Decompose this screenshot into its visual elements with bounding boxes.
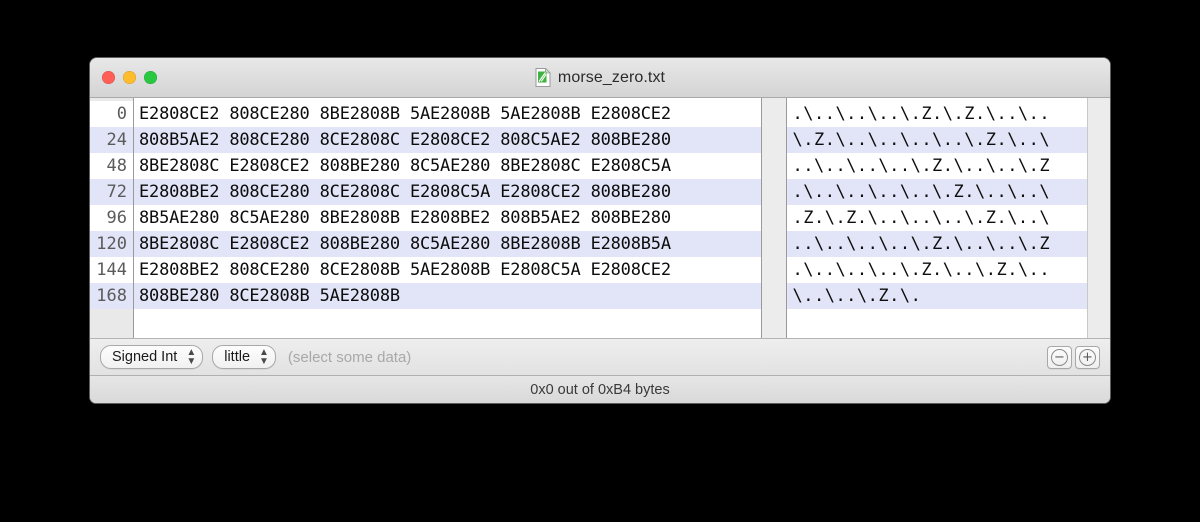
- inspector-toolbar: Signed Int ▲ ▼ little ▲ ▼ (select some dat…: [90, 339, 1110, 376]
- endianness-popup[interactable]: little ▲ ▼: [212, 345, 276, 369]
- offset-label: 144: [90, 257, 133, 283]
- hex-row-pad: [738, 205, 761, 231]
- add-inspector-button[interactable]: +: [1075, 345, 1100, 369]
- minus-icon: −: [1051, 348, 1068, 366]
- offset-label: 168: [90, 283, 133, 309]
- hex-row[interactable]: E2808CE2 808CE280 8BE2808B 5AE2808B 5AE2…: [134, 101, 738, 127]
- ascii-row[interactable]: \..\..\.Z.\.: [786, 283, 1087, 309]
- ascii-row[interactable]: ..\..\..\..\.Z.\..\..\.Z: [786, 231, 1087, 257]
- minimize-button[interactable]: [123, 71, 136, 84]
- hex-row-pad: [738, 283, 761, 309]
- text-document-icon: [535, 67, 551, 87]
- hex-row[interactable]: E2808BE2 808CE280 8CE2808C E2808C5A E280…: [134, 179, 738, 205]
- ascii-pane[interactable]: .\..\..\..\.Z.\.Z.\..\.. \.Z.\..\..\..\.…: [786, 98, 1087, 338]
- title-bar[interactable]: morse_zero.txt: [90, 58, 1110, 98]
- ascii-row[interactable]: .Z.\.Z.\..\..\..\.Z.\..\: [786, 205, 1087, 231]
- chevron-updown-icon: ▲ ▼: [186, 347, 197, 367]
- hex-row-pad: [738, 179, 761, 205]
- hex-row[interactable]: 8BE2808C E2808CE2 808BE280 8C5AE280 8BE2…: [134, 153, 738, 179]
- offset-label: 120: [90, 231, 133, 257]
- hex-editor-area[interactable]: 0 24 48 72 96 120 144 168 E2808CE2 808CE…: [90, 98, 1110, 339]
- hex-row[interactable]: 8B5AE280 8C5AE280 8BE2808B E2808BE2 808B…: [134, 205, 738, 231]
- data-type-popup[interactable]: Signed Int ▲ ▼: [100, 345, 204, 369]
- remove-inspector-button[interactable]: −: [1047, 345, 1072, 369]
- hex-pane[interactable]: E2808CE2 808CE280 8BE2808B 5AE2808B 5AE2…: [134, 98, 738, 338]
- endianness-value: little: [224, 349, 251, 365]
- hex-row-pad: [738, 231, 761, 257]
- offset-label: 48: [90, 153, 133, 179]
- hex-row-pad: [738, 257, 761, 283]
- hex-row[interactable]: 808B5AE2 808CE280 8CE2808C E2808CE2 808C…: [134, 127, 738, 153]
- ascii-row[interactable]: \.Z.\..\..\..\..\.Z.\..\: [786, 127, 1087, 153]
- pane-divider[interactable]: [760, 98, 787, 338]
- editor-scrollbar-track[interactable]: [1086, 98, 1110, 338]
- hex-row[interactable]: E2808BE2 808CE280 8CE2808B 5AE2808B E280…: [134, 257, 738, 283]
- window-controls: [102, 71, 157, 84]
- close-button[interactable]: [102, 71, 115, 84]
- hex-editor-window: morse_zero.txt 0 24 48 72 96 120 144 168…: [90, 58, 1110, 403]
- offset-gutter: 0 24 48 72 96 120 144 168: [90, 98, 134, 338]
- ascii-row[interactable]: .\..\..\..\..\.Z.\..\..\: [786, 179, 1087, 205]
- offset-label: 24: [90, 127, 133, 153]
- inspector-hint: (select some data): [287, 348, 412, 366]
- offset-label: 0: [90, 101, 133, 127]
- title-group: morse_zero.txt: [90, 67, 1110, 87]
- offset-label: 96: [90, 205, 133, 231]
- ascii-row[interactable]: .\..\..\..\.Z.\..\.Z.\..: [786, 257, 1087, 283]
- status-bar: 0x0 out of 0xB4 bytes: [90, 376, 1110, 403]
- window-title: morse_zero.txt: [557, 68, 666, 86]
- hex-row-pad: [738, 153, 761, 179]
- hex-pane-filler: [738, 98, 761, 338]
- plus-icon: +: [1079, 348, 1096, 366]
- ascii-row[interactable]: ..\..\..\..\.Z.\..\..\.Z: [786, 153, 1087, 179]
- offset-label: 72: [90, 179, 133, 205]
- byte-count-status: 0x0 out of 0xB4 bytes: [530, 381, 670, 398]
- hex-row[interactable]: 8BE2808C E2808CE2 808BE280 8C5AE280 8BE2…: [134, 231, 738, 257]
- hex-row-pad: [738, 101, 761, 127]
- maximize-button[interactable]: [144, 71, 157, 84]
- ascii-row[interactable]: .\..\..\..\.Z.\.Z.\..\..: [786, 101, 1087, 127]
- chevron-updown-icon: ▲ ▼: [259, 347, 269, 367]
- hex-row[interactable]: 808BE280 8CE2808B 5AE2808B: [134, 283, 738, 309]
- hex-row-pad: [738, 127, 761, 153]
- data-type-value: Signed Int: [112, 349, 178, 365]
